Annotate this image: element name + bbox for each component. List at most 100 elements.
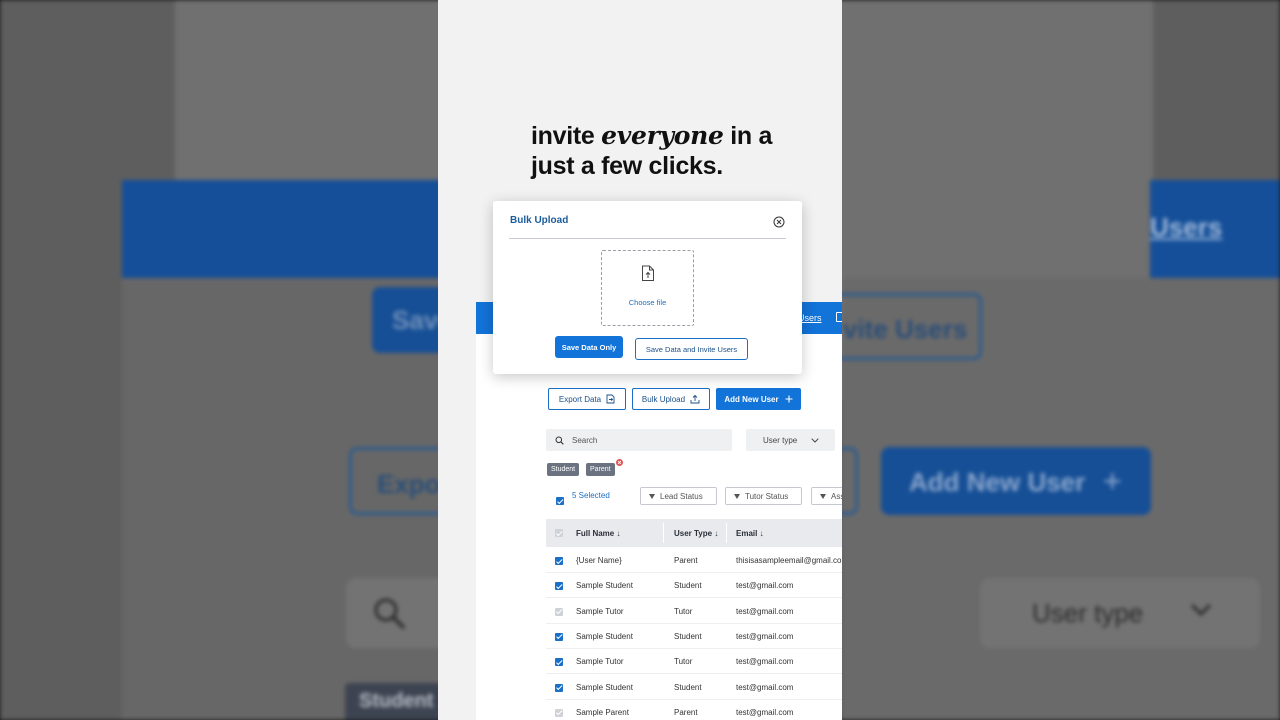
bg-user-type-text: User type — [1032, 598, 1144, 628]
bg-search-icon — [374, 598, 405, 629]
column-user-type-label: User Type — [674, 529, 713, 538]
bg-topbar-left — [122, 180, 442, 278]
table-row[interactable]: {User Name} Parent thisisasampleemail@gmai… — [546, 548, 842, 573]
row-email: test@gmail.com — [736, 606, 794, 616]
add-new-user-label: Add New User — [724, 394, 779, 404]
bulk-upload-label: Bulk Upload — [641, 394, 686, 404]
filter-arrow-icon — [649, 492, 655, 501]
plus-icon — [785, 395, 793, 403]
row-email: test@gmail.com — [736, 707, 794, 717]
row-full-name: Sample Student — [576, 581, 633, 591]
row-email: test@gmail.com — [736, 581, 794, 591]
row-user-type: Parent — [674, 707, 698, 717]
row-checkbox[interactable] — [555, 708, 563, 717]
table-row[interactable]: Sample Student Student test@gmail.com — [546, 675, 842, 700]
bg-user-type: User type — [980, 578, 1260, 648]
row-user-type: Tutor — [674, 657, 693, 667]
bg-plus-icon: + — [1103, 463, 1122, 499]
row-email: test@gmail.com — [736, 682, 794, 692]
filter-arrow-icon — [734, 492, 740, 501]
row-checkbox[interactable] — [555, 607, 563, 616]
filter-tutor-status[interactable]: Tutor Status — [725, 487, 802, 505]
filter-assigned[interactable]: Ass — [811, 487, 842, 505]
tag-student[interactable]: Student — [547, 463, 580, 476]
headline-part1: invite — [531, 122, 602, 150]
row-email: thisisasampleemail@gmail.com — [736, 556, 842, 565]
column-divider — [726, 523, 727, 543]
file-upload-icon — [641, 265, 655, 287]
row-checkbox[interactable] — [555, 632, 563, 641]
add-new-user-button[interactable]: Add New User — [716, 388, 801, 410]
column-full-name[interactable]: Full Name ↓ — [576, 529, 620, 538]
bulk-upload-modal: Bulk Upload Choose file Save Data Only S… — [493, 201, 802, 374]
table-row[interactable]: Sample Parent Parent test@gmail.com — [546, 700, 842, 720]
export-icon — [606, 394, 615, 404]
select-all-checkbox[interactable] — [556, 492, 564, 510]
table-row[interactable]: Sample Tutor Tutor test@gmail.com — [546, 599, 842, 624]
row-user-type: Student — [674, 631, 702, 641]
row-user-type: Parent — [674, 556, 698, 565]
choose-file-link[interactable]: Choose file — [602, 298, 693, 307]
headline-line2: just a few clicks. — [531, 152, 723, 180]
row-full-name: {User Name} — [576, 556, 622, 565]
headline-part2: in a — [723, 122, 773, 150]
header-checkbox[interactable] — [555, 529, 563, 537]
chevron-down-icon — [811, 437, 819, 443]
row-checkbox[interactable] — [555, 683, 563, 692]
table-row[interactable]: Sample Student Student test@gmail.com — [546, 573, 842, 599]
tag-parent[interactable]: Parent — [586, 463, 615, 476]
filter-lead-status[interactable]: Lead Status — [640, 487, 717, 505]
user-type-dropdown[interactable]: User type — [746, 429, 835, 451]
column-user-type[interactable]: User Type ↓ — [674, 529, 718, 538]
export-data-button[interactable]: Export Data — [548, 388, 626, 410]
sort-arrow-icon: ↓ — [714, 529, 719, 538]
filter-arrow-icon — [820, 492, 826, 501]
filter-tutor-status-label: Tutor Status — [745, 491, 789, 501]
row-user-type: Student — [674, 581, 702, 591]
save-data-only-button[interactable]: Save Data Only — [555, 336, 623, 358]
bg-export-button: Expor — [349, 447, 451, 515]
row-checkbox[interactable] — [555, 658, 563, 667]
headline: invite everyone in a just a few clicks. — [531, 121, 772, 181]
row-checkbox[interactable] — [555, 557, 563, 565]
bulk-upload-button[interactable]: Bulk Upload — [632, 388, 710, 410]
bg-search-box — [346, 578, 446, 648]
row-full-name: Sample Parent — [576, 707, 629, 717]
bg-invite-button: vite Users — [830, 293, 982, 360]
bg-topbar-right: Users — [1150, 180, 1280, 278]
sort-arrow-icon: ↓ — [759, 529, 764, 538]
export-data-label: Export Data — [558, 394, 602, 404]
table-header: Full Name ↓ User Type ↓ Email ↓ — [546, 519, 842, 547]
headline-emphasis: everyone — [601, 121, 724, 150]
column-email[interactable]: Email ↓ — [736, 529, 764, 538]
row-full-name: Sample Tutor — [576, 657, 624, 667]
calendar-icon[interactable] — [836, 312, 842, 322]
file-dropzone[interactable]: Choose file — [601, 250, 694, 326]
search-input[interactable] — [572, 435, 712, 445]
row-checkbox[interactable] — [555, 582, 563, 591]
row-user-type: Tutor — [674, 606, 693, 616]
bg-student-tag: Student — [345, 683, 445, 720]
user-type-label: User type — [763, 435, 798, 445]
bg-invite-text: vite Users — [843, 314, 968, 344]
row-email: test@gmail.com — [736, 631, 794, 641]
bg-chevron-down-icon — [1190, 603, 1212, 617]
column-full-name-label: Full Name — [576, 529, 615, 538]
row-user-type: Student — [674, 682, 702, 692]
table-row[interactable]: Sample Tutor Tutor test@gmail.com — [546, 649, 842, 675]
filter-assigned-label: Ass — [831, 491, 842, 501]
remove-tag-icon[interactable] — [616, 459, 623, 466]
modal-divider — [509, 238, 786, 239]
table-row[interactable]: Sample Student Student test@gmail.com — [546, 624, 842, 649]
row-full-name: Sample Tutor — [576, 606, 624, 616]
row-full-name: Sample Student — [576, 631, 633, 641]
upload-icon — [690, 394, 700, 404]
bg-add-user-button: Add New User + — [881, 447, 1151, 515]
sort-arrow-icon: ↓ — [616, 529, 621, 538]
column-email-label: Email — [736, 529, 758, 538]
close-icon[interactable] — [773, 215, 785, 228]
filter-lead-status-label: Lead Status — [660, 491, 703, 501]
save-and-invite-button[interactable]: Save Data and Invite Users — [635, 338, 748, 360]
bg-add-user-text: Add New User — [909, 467, 1086, 497]
bg-users-text: Users — [1150, 212, 1223, 242]
